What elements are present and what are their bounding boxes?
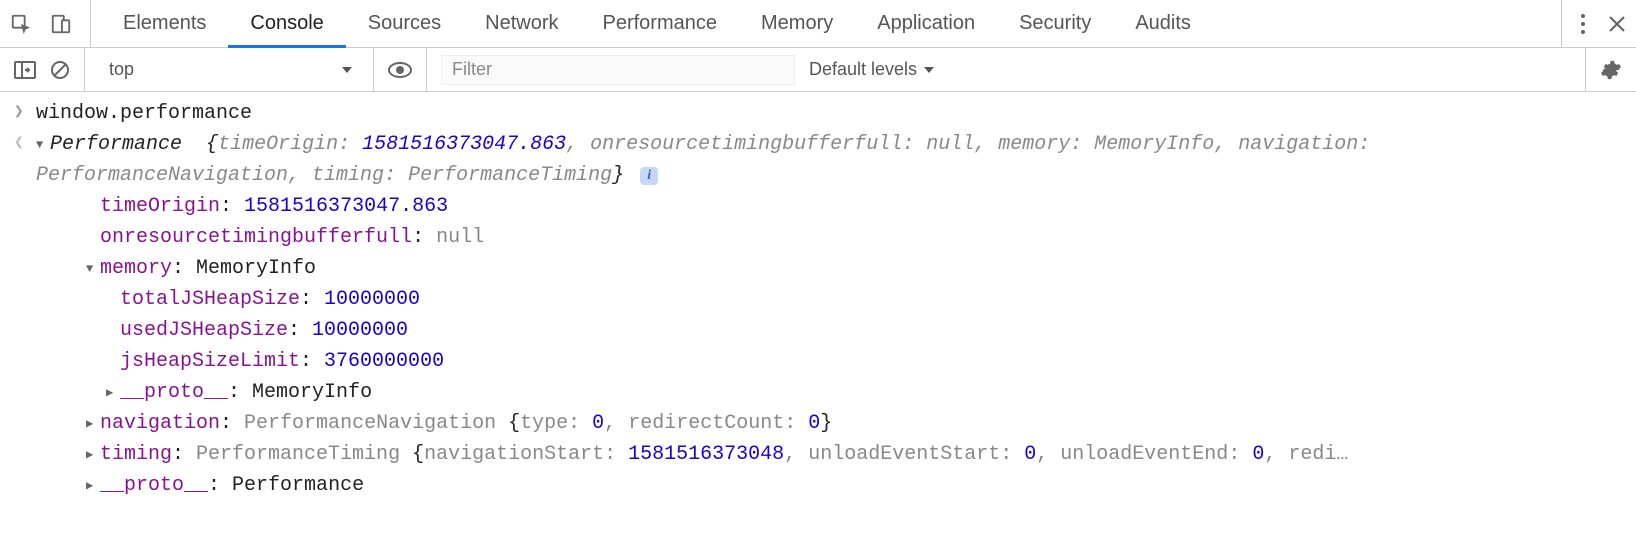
object-type: Performance (50, 133, 182, 156)
devtools-tabs-bar: Elements Console Sources Network Perform… (0, 0, 1636, 48)
console-settings-icon[interactable] (1600, 59, 1622, 81)
tab-memory[interactable]: Memory (739, 1, 855, 48)
prop-row-proto[interactable]: ▶__proto__: Performance (0, 470, 1636, 501)
prop-row-navigation[interactable]: ▶navigation: PerformanceNavigation {type… (0, 408, 1636, 439)
expand-toggle-icon[interactable]: ▶ (86, 477, 100, 496)
log-levels-selector[interactable]: Default levels (809, 59, 935, 80)
console-input-row[interactable]: ❯ window.performance (0, 98, 1636, 129)
expand-toggle-icon[interactable]: ▶ (106, 384, 120, 403)
toolbar-divider (84, 48, 85, 91)
prop-row-memory[interactable]: ▼memory: MemoryInfo (0, 253, 1636, 284)
tab-network[interactable]: Network (463, 1, 580, 48)
console-filter-input[interactable] (441, 55, 795, 85)
console-output: ❯ window.performance ❮ ▼Performance {tim… (0, 92, 1636, 505)
tab-security[interactable]: Security (997, 1, 1113, 48)
console-toolbar: top Default levels (0, 48, 1636, 92)
expand-toggle-icon[interactable]: ▶ (86, 415, 100, 434)
input-chevron-icon: ❯ (14, 98, 36, 125)
tabs-right-icons (1561, 0, 1626, 47)
tabs-left-icons (10, 0, 91, 47)
clear-console-icon[interactable] (50, 60, 70, 80)
inspect-element-icon[interactable] (10, 13, 32, 35)
object-summary[interactable]: ▼Performance {timeOrigin: 1581516373047.… (36, 129, 1636, 191)
prop-row-timeorigin[interactable]: ▶timeOrigin: 1581516373047.863 (0, 191, 1636, 222)
log-levels-label: Default levels (809, 59, 917, 80)
output-chevron-icon: ❮ (14, 129, 36, 156)
prop-row-onresourcetimingbufferfull[interactable]: ▶onresourcetimingbufferfull: null (0, 222, 1636, 253)
tab-elements[interactable]: Elements (101, 1, 228, 48)
close-devtools-icon[interactable] (1608, 15, 1626, 33)
toolbar-divider (426, 48, 427, 91)
tab-console[interactable]: Console (228, 1, 345, 48)
tab-performance[interactable]: Performance (581, 1, 740, 48)
devtools-tabs: Elements Console Sources Network Perform… (91, 0, 1561, 47)
toolbar-divider (373, 48, 374, 91)
console-output-row[interactable]: ❮ ▼Performance {timeOrigin: 158151637304… (0, 129, 1636, 191)
info-badge-icon[interactable]: i (640, 167, 658, 185)
prop-row-memory-used[interactable]: ▶usedJSHeapSize: 10000000 (0, 315, 1636, 346)
tab-sources[interactable]: Sources (346, 1, 463, 48)
toolbar-divider (1585, 48, 1586, 91)
toggle-device-icon[interactable] (50, 13, 72, 35)
prop-row-memory-total[interactable]: ▶totalJSHeapSize: 10000000 (0, 284, 1636, 315)
prop-row-memory-limit[interactable]: ▶jsHeapSizeLimit: 3760000000 (0, 346, 1636, 377)
execution-context-selector[interactable]: top (99, 55, 359, 85)
expand-toggle-icon[interactable]: ▼ (86, 260, 100, 279)
tab-audits[interactable]: Audits (1113, 1, 1213, 48)
prop-row-timing[interactable]: ▶timing: PerformanceTiming {navigationSt… (0, 439, 1636, 470)
tab-application[interactable]: Application (855, 1, 997, 48)
console-sidebar-toggle-icon[interactable] (14, 61, 36, 79)
chevron-down-icon (923, 66, 935, 74)
chevron-down-icon (341, 66, 353, 74)
expand-toggle-icon[interactable]: ▼ (36, 136, 50, 155)
console-input-text: window.performance (36, 98, 1636, 129)
live-expression-icon[interactable] (388, 62, 412, 78)
expand-toggle-icon[interactable]: ▶ (86, 446, 100, 465)
kebab-menu-icon[interactable] (1580, 13, 1586, 35)
prop-row-memory-proto[interactable]: ▶__proto__: MemoryInfo (0, 377, 1636, 408)
execution-context-label: top (109, 59, 134, 80)
